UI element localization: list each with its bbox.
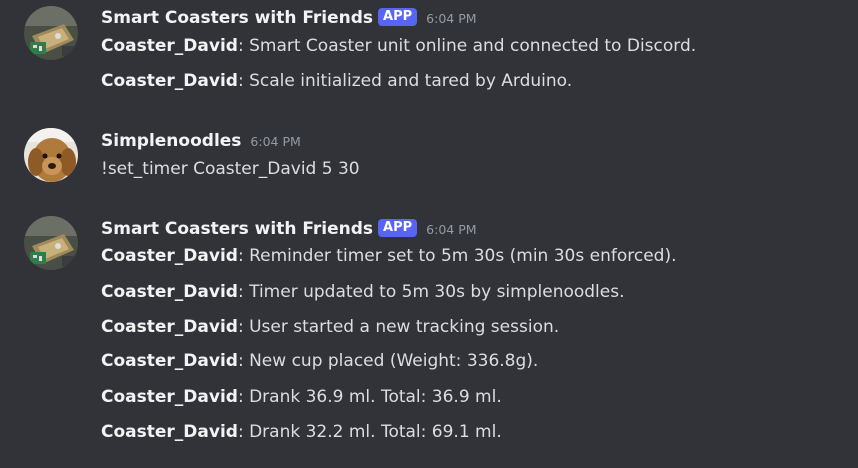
message-text: !set_timer Coaster_David 5 30 bbox=[101, 159, 360, 179]
message-line: !set_timer Coaster_David 5 30 bbox=[101, 159, 360, 179]
dog-avatar-icon[interactable] bbox=[24, 128, 78, 182]
message-line: Coaster_David: Reminder timer set to 5m … bbox=[101, 246, 676, 266]
message-text: New cup placed (Weight: 336.8g). bbox=[243, 351, 539, 371]
message-text: Drank 36.9 ml. Total: 36.9 ml. bbox=[243, 387, 502, 407]
message-text: Scale initialized and tared by Arduino. bbox=[243, 71, 573, 91]
sender-name: Coaster_David bbox=[101, 36, 238, 56]
message-text: Drank 32.2 ml. Total: 69.1 ml. bbox=[243, 422, 502, 442]
message-line: Coaster_David: Drank 32.2 ml. Total: 69.… bbox=[101, 422, 502, 442]
sender-name: Coaster_David bbox=[101, 422, 238, 442]
message-line: Coaster_David: Timer updated to 5m 30s b… bbox=[101, 282, 625, 302]
coaster-device-icon[interactable] bbox=[24, 216, 78, 270]
message-line: Coaster_David: Drank 36.9 ml. Total: 36.… bbox=[101, 387, 502, 407]
app-badge: APP bbox=[378, 219, 418, 237]
message-text: Smart Coaster unit online and connected … bbox=[243, 36, 697, 56]
timestamp[interactable]: 6:04 PM bbox=[426, 11, 476, 26]
message-line: Coaster_David: Smart Coaster unit online… bbox=[101, 36, 696, 56]
coaster-device-icon[interactable] bbox=[24, 6, 78, 60]
message-text: Reminder timer set to 5m 30s (min 30s en… bbox=[243, 246, 677, 266]
timestamp[interactable]: 6:04 PM bbox=[250, 134, 300, 149]
message-text: User started a new tracking session. bbox=[243, 317, 560, 337]
message-text: Timer updated to 5m 30s by simplenoodles… bbox=[243, 282, 625, 302]
sender-name: Coaster_David bbox=[101, 282, 238, 302]
message-line: Coaster_David: User started a new tracki… bbox=[101, 317, 559, 337]
sender-name: Coaster_David bbox=[101, 317, 238, 337]
sender-name: Coaster_David bbox=[101, 71, 238, 91]
chat-message-list: Smart Coasters with Friends APP 6:04 PM … bbox=[0, 0, 858, 468]
username[interactable]: Smart Coasters with Friends bbox=[101, 8, 373, 28]
sender-name: Coaster_David bbox=[101, 246, 238, 266]
username[interactable]: Smart Coasters with Friends bbox=[101, 219, 373, 239]
sender-name: Coaster_David bbox=[101, 351, 238, 371]
username[interactable]: Simplenoodles bbox=[101, 131, 241, 151]
sender-name: Coaster_David bbox=[101, 387, 238, 407]
timestamp[interactable]: 6:04 PM bbox=[426, 222, 476, 237]
message-header: Smart Coasters with Friends APP 6:04 PM bbox=[101, 217, 477, 241]
message-header: Smart Coasters with Friends APP 6:04 PM bbox=[101, 6, 477, 30]
app-badge: APP bbox=[378, 8, 418, 26]
message-line: Coaster_David: Scale initialized and tar… bbox=[101, 71, 572, 91]
message-line: Coaster_David: New cup placed (Weight: 3… bbox=[101, 351, 538, 371]
message-header: Simplenoodles 6:04 PM bbox=[101, 129, 301, 153]
